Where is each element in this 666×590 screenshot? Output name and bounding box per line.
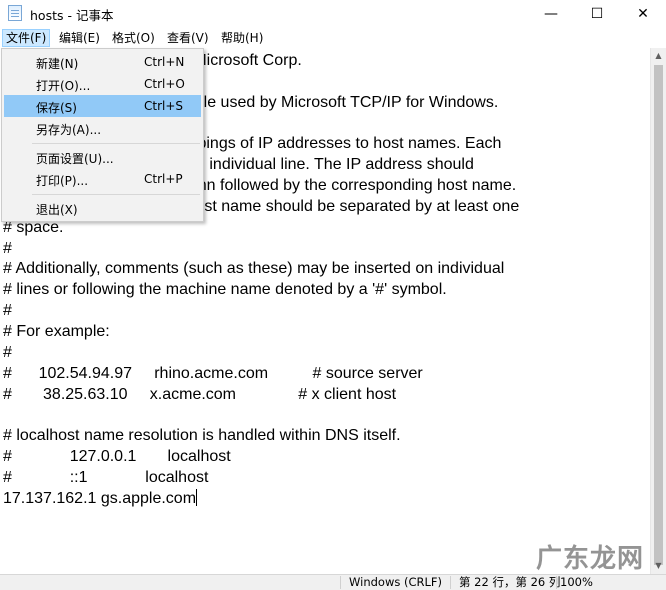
menu-view[interactable]: 查看(V) [164,29,212,47]
editor-line: # Additionally, comments (such as these)… [3,260,505,278]
vertical-scrollbar[interactable]: ▲ ▼ [650,48,666,574]
watermark-logo: 广东龙网 [536,544,645,574]
zoom-level: 100% [560,575,593,589]
close-button[interactable]: ✕ [620,0,666,28]
menu-item-print[interactable]: 打印(P)... Ctrl+P [4,168,201,190]
notepad-icon [8,5,22,21]
editor-line: # 38.25.63.10 x.acme.com # x client host [3,385,397,403]
menu-help[interactable]: 帮助(H) [218,29,266,47]
status-divider [340,576,341,589]
editor-line: # lines or following the machine name de… [3,281,447,299]
scrollbar-thumb[interactable] [654,65,663,565]
editor-line: # 127.0.0.1 localhost [3,448,231,466]
menu-item-new[interactable]: 新建(N) Ctrl+N [4,51,201,73]
menu-item-label: 打印(P)... [36,174,89,188]
editor-line: # localhost name resolution is handled w… [3,427,401,445]
menu-separator [32,194,200,195]
editor-line: 17.137.162.1 gs.apple.com [3,489,197,507]
menu-edit[interactable]: 编辑(E) [56,29,103,47]
menu-item-label: 新建(N) [36,57,79,71]
scroll-up-icon[interactable]: ▲ [651,48,666,64]
status-divider [556,576,557,589]
line-ending-indicator: Windows (CRLF) [349,575,443,589]
menu-format[interactable]: 格式(O) [109,29,158,47]
menu-item-label: 另存为(A)... [36,123,102,137]
menu-item-label: 页面设置(U)... [36,152,114,166]
menu-item-shortcut: Ctrl+N [144,55,185,69]
window-title: hosts - 记事本 [30,8,114,23]
menu-bar: 文件(F) 编辑(E) 格式(O) 查看(V) 帮助(H) [0,28,666,48]
text-caret [196,488,198,506]
status-divider [450,576,451,589]
menu-item-label: 退出(X) [36,203,78,217]
editor-line: # [3,302,12,320]
status-bar: Windows (CRLF) 第 22 行，第 26 列 100% [0,574,666,590]
menu-item-open[interactable]: 打开(O)... Ctrl+O [4,73,201,95]
maximize-button[interactable]: ☐ [574,0,620,28]
menu-item-save-as[interactable]: 另存为(A)... [4,117,201,139]
editor-line: # For example: [3,322,110,340]
scroll-down-icon[interactable]: ▼ [651,558,666,574]
menu-item-shortcut: Ctrl+O [144,77,185,91]
menu-item-exit[interactable]: 退出(X) [4,197,201,219]
menu-item-label: 保存(S) [36,101,77,115]
menu-separator [32,143,200,144]
menu-item-label: 打开(O)... [36,79,91,93]
title-bar: hosts - 记事本 — ☐ ✕ [0,0,666,28]
menu-item-page-setup[interactable]: 页面设置(U)... [4,146,201,168]
cursor-position: 第 22 行，第 26 列 [459,575,561,589]
editor-line: # ::1 localhost [3,468,209,486]
menu-item-shortcut: Ctrl+P [144,172,183,186]
minimize-button[interactable]: — [528,0,574,28]
menu-file[interactable]: 文件(F) [2,29,51,47]
menu-item-save[interactable]: 保存(S) Ctrl+S [4,95,201,117]
editor-line: # [3,239,12,257]
file-menu-dropdown: 新建(N) Ctrl+N 打开(O)... Ctrl+O 保存(S) Ctrl+… [1,48,204,222]
editor-line: # 102.54.94.97 rhino.acme.com # source s… [3,364,423,382]
menu-item-shortcut: Ctrl+S [144,99,184,113]
editor-line: # [3,343,12,361]
